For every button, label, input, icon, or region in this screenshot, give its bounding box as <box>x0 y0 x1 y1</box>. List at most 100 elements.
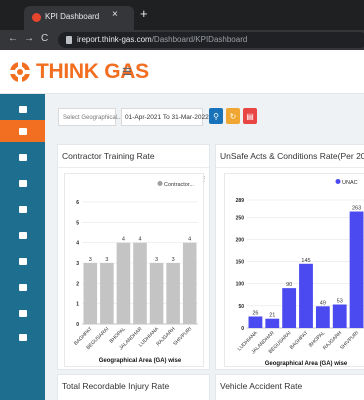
url-path: /Dashboard/KPIDashboard <box>151 35 248 44</box>
y-tick-label: 4 <box>76 241 79 247</box>
y-tick-label: 1 <box>76 302 79 308</box>
y-tick-label: 289 <box>236 198 245 204</box>
sidebar-item-analytics[interactable] <box>6 250 39 272</box>
pdf-export-button[interactable]: ▤ <box>243 108 257 124</box>
bar-value-label: 4 <box>138 237 141 243</box>
settings-icon <box>18 309 27 317</box>
bar <box>265 318 280 328</box>
sidebar-item-monitor[interactable] <box>6 146 39 168</box>
dashboard-icon <box>18 105 27 113</box>
date-range-input[interactable]: 01-Apr-2021 To 31-Mar-2022 <box>121 108 209 126</box>
contractor-training-bar-chart: Contractor...01234563BAGHPAT3BEGUSARAI4B… <box>73 181 198 364</box>
think-gas-logo-icon <box>10 62 30 82</box>
sidebar-item-database[interactable] <box>6 276 39 298</box>
forward-icon[interactable]: → <box>24 33 34 44</box>
bar <box>315 306 330 328</box>
bar <box>349 211 364 328</box>
bar <box>182 242 197 324</box>
bar-value-label: 90 <box>286 282 292 288</box>
sidebar-item-pin[interactable] <box>6 198 39 220</box>
card-title: Total Recordable Injury Rate <box>62 381 170 391</box>
url-host: ireport.think-gas.com <box>77 35 152 44</box>
bar-value-label: 21 <box>269 313 275 319</box>
search-icon: ⚲ <box>213 111 219 121</box>
bar-value-label: 3 <box>155 257 158 263</box>
bar <box>149 263 164 324</box>
unsafe-acts-card: UnSafe Acts & Conditions Rate(Per 200,00… <box>215 144 364 370</box>
contractor-training-chart: Contractor... 0 1 2 3 4 5 6 3 BAGHPAT 3 BEGUSARAI 4 B… <box>64 173 204 367</box>
bar <box>133 242 147 324</box>
bar <box>248 316 263 328</box>
calendar-icon <box>18 179 27 187</box>
y-tick-label: 50 <box>238 304 244 310</box>
bar-value-label: 49 <box>320 300 326 306</box>
search-button[interactable]: ⚲ <box>209 108 223 124</box>
card-divider <box>58 167 209 168</box>
bar <box>332 304 347 328</box>
bar <box>116 242 131 324</box>
refresh-icon: ↻ <box>229 111 237 121</box>
geographical-area-select[interactable]: Select Geographical...▾ <box>58 108 127 126</box>
bar <box>100 263 114 324</box>
bar-value-label: 4 <box>122 237 125 243</box>
reload-icon[interactable]: C <box>41 33 48 44</box>
bar <box>166 263 180 324</box>
y-tick-label: 0 <box>241 326 244 332</box>
bar-value-label: 53 <box>337 299 343 305</box>
info-icon <box>18 333 27 341</box>
sidebar-item-report[interactable] <box>0 120 45 142</box>
legend-label: UNAC <box>342 180 358 186</box>
favicon-icon <box>32 13 41 22</box>
main-content: Select Geographical...▾ 01-Apr-2021 To 3… <box>45 94 364 400</box>
browser-tab[interactable]: KPI Dashboard × <box>24 6 134 30</box>
address-bar[interactable]: ireport.think-gas.com/Dashboard/KPIDashb… <box>58 32 364 48</box>
card-title: Vehicle Accident Rate <box>220 381 303 391</box>
geographical-area-placeholder: Select Geographical... <box>63 115 123 121</box>
database-icon <box>18 283 27 291</box>
sidebar-item-calendar[interactable] <box>6 172 39 194</box>
recordable-injury-card: Total Recordable Injury Rate <box>57 374 210 400</box>
vehicle-accident-card: Vehicle Accident Rate <box>215 374 364 400</box>
legend-marker <box>335 179 341 184</box>
back-icon[interactable]: ← <box>8 33 18 44</box>
browser-navbar: ← → C ireport.think-gas.com/Dashboard/KP… <box>0 30 364 50</box>
refresh-button[interactable]: ↻ <box>226 108 240 124</box>
card-divider <box>216 167 364 168</box>
y-tick-label: 3 <box>76 261 79 267</box>
pin-icon <box>18 205 27 213</box>
bar-value-label: 3 <box>105 257 108 263</box>
sidebar-item-info[interactable] <box>6 326 39 348</box>
close-icon[interactable]: × <box>112 9 118 20</box>
sidebar-item-chart[interactable] <box>6 224 39 246</box>
new-tab-icon[interactable]: + <box>140 7 148 21</box>
hamburger-menu-icon[interactable]: ≡ <box>122 62 132 82</box>
y-tick-label: 150 <box>236 260 245 266</box>
url-text: ireport.think-gas.com/Dashboard/KPIDashb… <box>77 35 247 44</box>
bar <box>83 263 98 324</box>
legend-label: Contractor... <box>164 182 194 188</box>
sidebar-item-dashboard[interactable] <box>6 98 39 120</box>
bar-value-label: 4 <box>188 237 191 243</box>
y-tick-label: 250 <box>236 215 245 221</box>
sidebar <box>0 94 45 400</box>
monitor-icon <box>18 153 27 161</box>
y-tick-label: 200 <box>236 237 245 243</box>
unsafe-acts-bar-chart: UNAC05010015020025028926LUDHIANA21JALAND… <box>236 179 364 367</box>
chart-icon <box>18 231 27 239</box>
browser-tabbar: KPI Dashboard × + <box>0 0 364 30</box>
card-title: Contractor Training Rate <box>62 151 155 161</box>
bar <box>299 263 313 328</box>
bar-value-label: 3 <box>172 257 175 263</box>
x-tick-label: SHIVPURI <box>339 330 360 351</box>
bar-value-label: 3 <box>89 257 92 263</box>
contractor-training-card: Contractor Training Rate ⋮ Contractor...… <box>57 144 210 370</box>
x-tick-label: BAGHPAT <box>289 330 310 351</box>
unsafe-acts-chart: UNAC 0 50 100 150 200 250 289 26 LUDHIANA 21 JALAND… <box>224 173 364 367</box>
y-tick-label: 0 <box>76 322 79 328</box>
pdf-icon: ▤ <box>246 111 254 121</box>
y-tick-label: 6 <box>76 200 79 206</box>
legend-marker <box>157 181 163 186</box>
card-title: UnSafe Acts & Conditions Rate(Per 200,00… <box>220 151 364 161</box>
sidebar-item-settings[interactable] <box>6 302 39 324</box>
y-tick-label: 2 <box>76 281 79 287</box>
